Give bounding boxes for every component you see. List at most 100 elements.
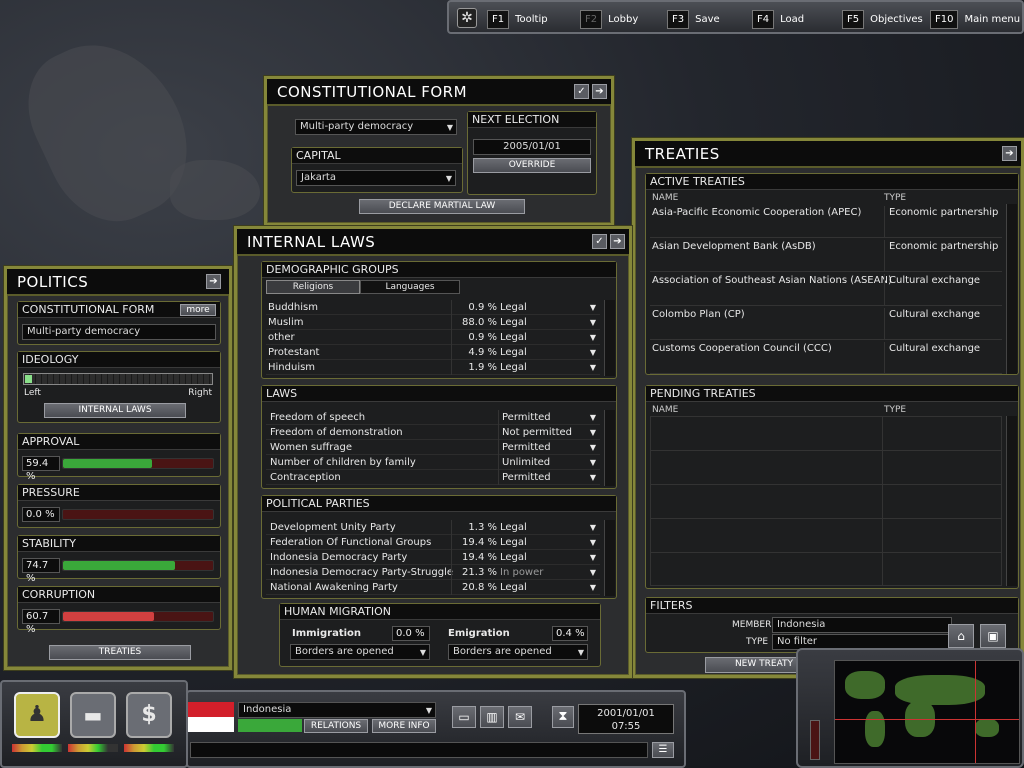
mail-icon[interactable]: ✉ xyxy=(508,706,532,728)
chevron-down-icon[interactable]: ▼ xyxy=(590,550,596,565)
scrollbar[interactable] xyxy=(604,300,615,376)
chevron-down-icon[interactable]: ▼ xyxy=(590,315,596,330)
close-icon[interactable]: ➔ xyxy=(206,274,221,289)
objectives-key[interactable]: F5 Objectives xyxy=(842,10,923,29)
list-item[interactable]: Number of children by family Unlimited ▼ xyxy=(266,455,600,470)
declare-martial-law-button[interactable]: DECLARE MARTIAL LAW xyxy=(359,199,525,214)
close-icon[interactable]: ➔ xyxy=(610,234,625,249)
country-flag-icon xyxy=(188,717,234,732)
politics-icon[interactable]: ♟ xyxy=(14,692,60,738)
immigration-pct: 0.0 % xyxy=(392,626,430,641)
religion-status: Legal xyxy=(500,302,527,313)
confirm-icon[interactable]: ✓ xyxy=(592,234,607,249)
relations-button[interactable]: RELATIONS xyxy=(304,719,368,733)
scrollbar[interactable] xyxy=(604,410,615,486)
party-name: National Awakening Party xyxy=(270,582,398,593)
list-item[interactable]: Contraception Permitted ▼ xyxy=(266,470,600,485)
pending-treaties-label: PENDING TREATIES xyxy=(646,386,1018,402)
religion-pct: 1.9 % xyxy=(451,360,497,375)
table-row[interactable]: Colombo Plan (CP) Cultural exchange xyxy=(650,306,1002,340)
zoom-slider[interactable] xyxy=(810,720,820,760)
monitor-icon[interactable]: ▭ xyxy=(452,706,476,728)
party-name: Development Unity Party xyxy=(270,522,396,533)
tab-languages[interactable]: Languages xyxy=(360,280,460,294)
lobby-key[interactable]: F2 Lobby xyxy=(580,10,638,29)
load-key[interactable]: F4 Load xyxy=(752,10,804,29)
economy-icon[interactable]: $ xyxy=(126,692,172,738)
chevron-down-icon[interactable]: ▼ xyxy=(590,535,596,550)
chevron-down-icon[interactable]: ▼ xyxy=(590,580,596,595)
chevron-down-icon[interactable]: ▼ xyxy=(590,360,596,375)
chevron-down-icon[interactable]: ▼ xyxy=(590,440,596,455)
tab-religions[interactable]: Religions xyxy=(266,280,360,294)
chevron-down-icon[interactable]: ▼ xyxy=(590,410,596,425)
list-item[interactable]: Freedom of demonstration Not permitted ▼ xyxy=(266,425,600,440)
scrollbar[interactable] xyxy=(1006,204,1017,374)
treaty-name: Association of Southeast Asian Nations (… xyxy=(652,275,892,286)
list-item[interactable]: Protestant 4.9 % Legal ▼ xyxy=(266,345,600,360)
chevron-down-icon[interactable]: ▼ xyxy=(590,300,596,315)
ideology-marker[interactable] xyxy=(25,375,32,383)
main-menu-key[interactable]: F10 Main menu xyxy=(930,10,1020,29)
list-item[interactable]: Federation Of Functional Groups 19.4 % Leg… xyxy=(266,535,600,550)
list-item[interactable]: Development Unity Party 1.3 % Legal ▼ xyxy=(266,520,600,535)
chevron-down-icon[interactable]: ▼ xyxy=(590,520,596,535)
military-icon[interactable]: ▬ xyxy=(70,692,116,738)
active-treaties-label: ACTIVE TREATIES xyxy=(646,174,1018,190)
confirm-icon[interactable]: ✓ xyxy=(574,84,589,99)
gear-icon[interactable]: ✲ xyxy=(457,8,477,28)
emigration-policy-select[interactable]: Borders are opened ▼ xyxy=(448,644,588,660)
chevron-down-icon[interactable]: ▼ xyxy=(590,330,596,345)
table-row[interactable]: Asia-Pacific Economic Cooperation (APEC)… xyxy=(650,204,1002,238)
human-migration-section: HUMAN MIGRATION Immigration 0.0 % Border… xyxy=(279,603,601,667)
immigration-policy-select[interactable]: Borders are opened ▼ xyxy=(290,644,430,660)
stat-section: CORRUPTION 60.7 % xyxy=(17,586,221,635)
internal-laws-button[interactable]: INTERNAL LAWS xyxy=(44,403,186,418)
chat-input[interactable] xyxy=(190,742,648,758)
tooltip-key[interactable]: F1 Tooltip xyxy=(487,10,548,29)
chevron-down-icon[interactable]: ▼ xyxy=(590,345,596,360)
capital-select[interactable]: Jakarta ▼ xyxy=(296,170,456,186)
member-filter[interactable]: Indonesia xyxy=(772,617,952,633)
stat-bar xyxy=(62,560,214,571)
minimap[interactable] xyxy=(834,660,1020,764)
camera-icon[interactable]: ▣ xyxy=(980,624,1006,648)
table-row[interactable]: Asian Development Bank (AsDB) Economic pa… xyxy=(650,238,1002,272)
list-item[interactable]: Buddhism 0.9 % Legal ▼ xyxy=(266,300,600,315)
more-info-button[interactable]: MORE INFO xyxy=(372,719,436,733)
list-item[interactable]: Indonesia Democracy Party-Struggle 21.3 %… xyxy=(266,565,600,580)
more-button[interactable]: more xyxy=(180,304,216,316)
treaties-button[interactable]: TREATIES xyxy=(49,645,191,660)
chevron-down-icon[interactable]: ▼ xyxy=(590,425,596,440)
chart-icon[interactable]: ▥ xyxy=(480,706,504,728)
country-select[interactable]: Indonesia ▼ xyxy=(238,702,436,718)
chevron-down-icon[interactable]: ▼ xyxy=(590,565,596,580)
scrollbar[interactable] xyxy=(604,520,615,596)
list-item[interactable]: Muslim 88.0 % Legal ▼ xyxy=(266,315,600,330)
list-item[interactable]: National Awakening Party 20.8 % Legal ▼ xyxy=(266,580,600,595)
list-item[interactable]: Freedom of speech Permitted ▼ xyxy=(266,410,600,425)
constitutional-form-select[interactable]: Multi-party democracy ▼ xyxy=(295,119,457,135)
panel-title: TREATIES xyxy=(645,144,720,163)
override-button[interactable]: OVERRIDE xyxy=(473,158,591,173)
ideology-slider[interactable] xyxy=(23,373,213,385)
treaty-name: Customs Cooperation Council (CCC) xyxy=(652,343,832,354)
list-icon[interactable]: ☰ xyxy=(652,742,674,758)
table-row[interactable]: Association of Southeast Asian Nations (… xyxy=(650,272,1002,306)
scrollbar[interactable] xyxy=(1006,416,1017,586)
ideology-section: IDEOLOGY Left Right INTERNAL LAWS xyxy=(17,351,221,423)
save-key[interactable]: F3 Save xyxy=(667,10,720,29)
table-row[interactable]: Customs Cooperation Council (CCC) Cultura… xyxy=(650,340,1002,374)
list-item[interactable]: Women suffrage Permitted ▼ xyxy=(266,440,600,455)
close-icon[interactable]: ➔ xyxy=(1002,146,1017,161)
hourglass-icon[interactable]: ⧗ xyxy=(552,706,574,728)
constitutional-form-section: CONSTITUTIONAL FORM more Multi-party dem… xyxy=(17,301,221,345)
list-item[interactable]: other 0.9 % Legal ▼ xyxy=(266,330,600,345)
law-name: Women suffrage xyxy=(270,442,353,453)
list-item[interactable]: Indonesia Democracy Party 19.4 % Legal ▼ xyxy=(266,550,600,565)
close-icon[interactable]: ➔ xyxy=(592,84,607,99)
chevron-down-icon[interactable]: ▼ xyxy=(590,470,596,485)
list-item[interactable]: Hinduism 1.9 % Legal ▼ xyxy=(266,360,600,375)
chevron-down-icon[interactable]: ▼ xyxy=(590,455,596,470)
home-icon[interactable]: ⌂ xyxy=(948,624,974,648)
